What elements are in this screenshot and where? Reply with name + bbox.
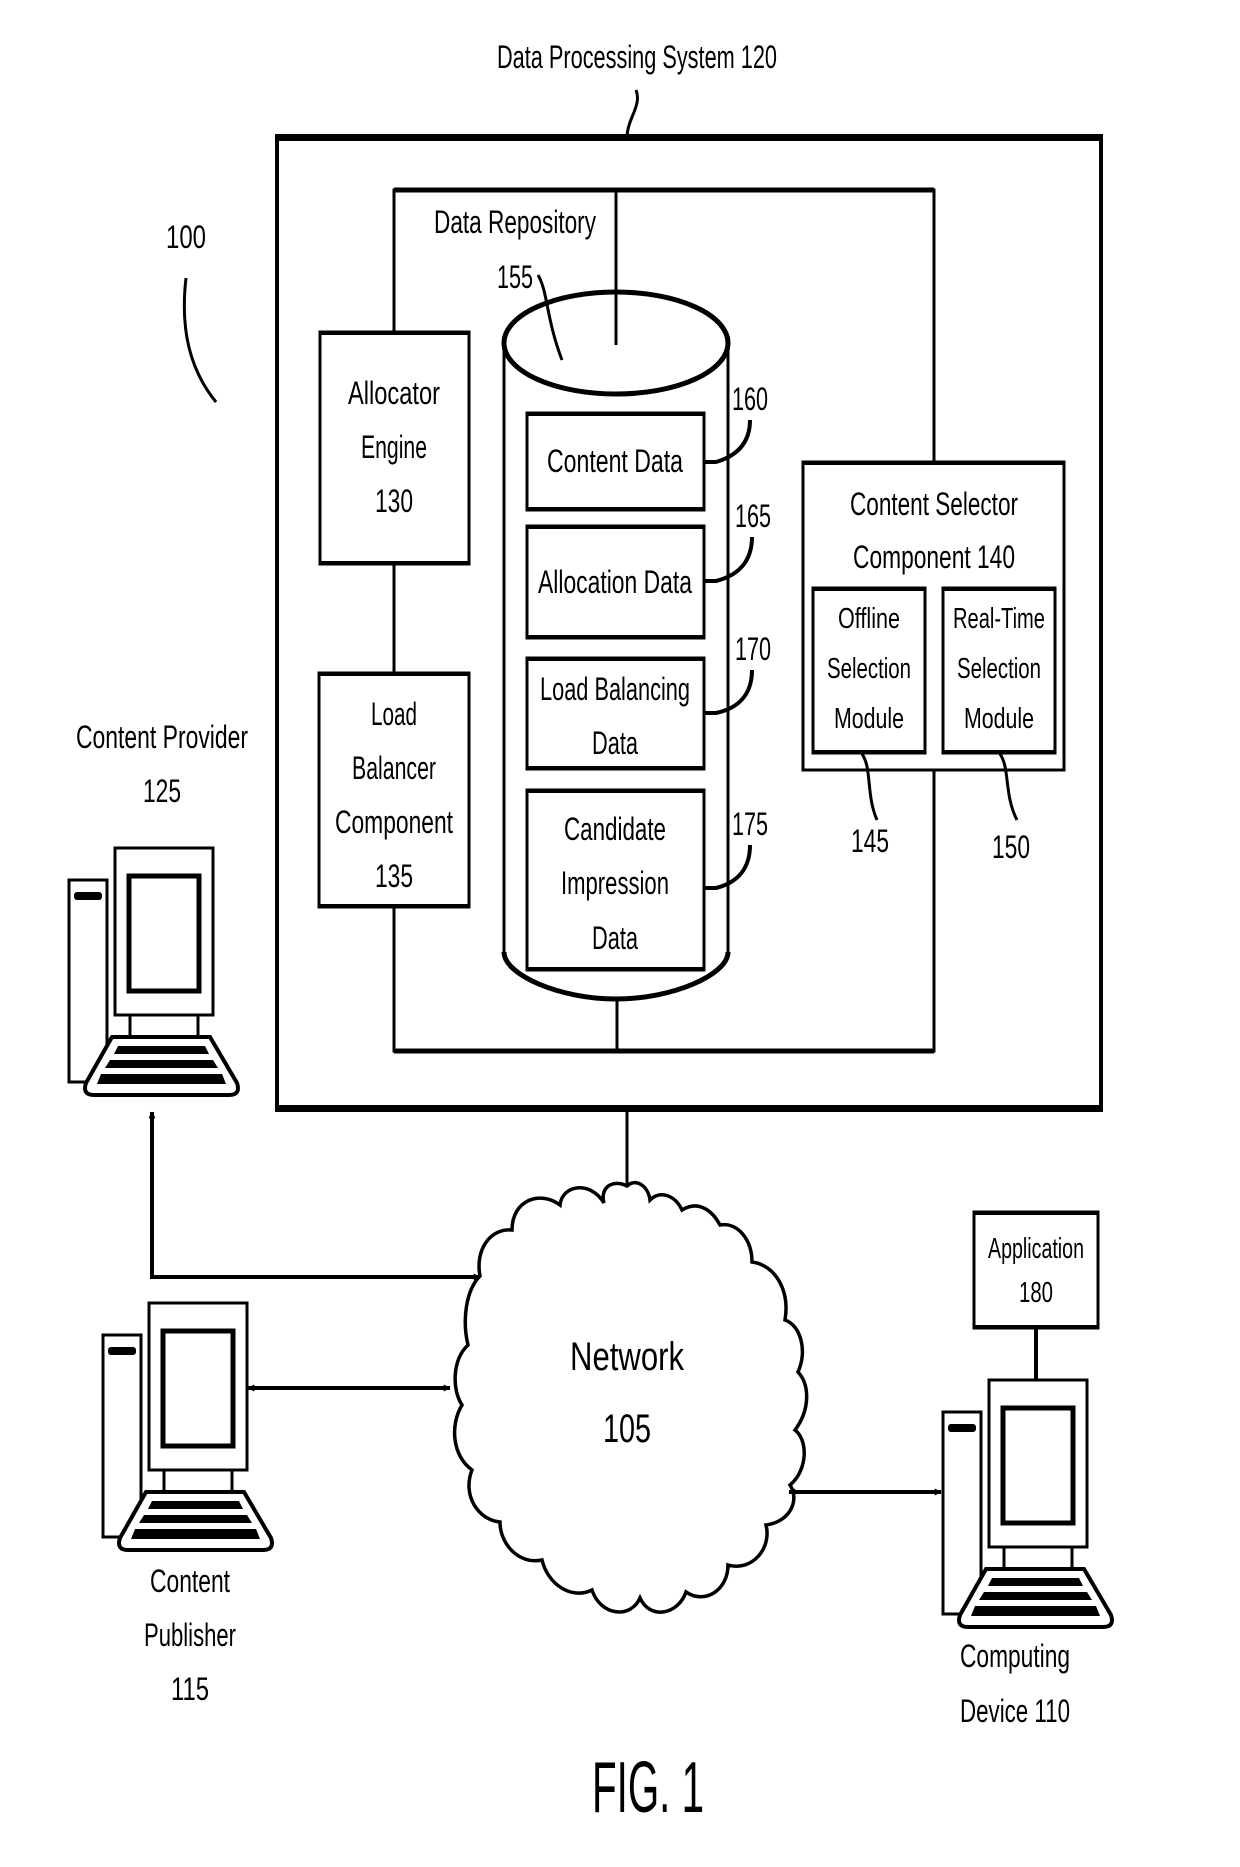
svg-text:Selection: Selection: [827, 653, 911, 685]
svg-text:Application: Application: [988, 1233, 1084, 1265]
svg-text:Data: Data: [592, 725, 638, 761]
svg-text:165: 165: [735, 498, 771, 534]
network-ref: 105: [603, 1407, 651, 1451]
dps-box-top-bar: [275, 134, 1103, 141]
svg-text:175: 175: [732, 806, 768, 842]
offline-selection-module-box: Offline Selection Module: [811, 586, 927, 755]
dps-box-bottom-bar: [275, 1105, 1103, 1112]
content-provider-computer-icon: [69, 848, 238, 1095]
svg-text:Allocator: Allocator: [348, 375, 440, 411]
content-provider-label: Content Provider: [76, 719, 248, 755]
svg-text:Offline: Offline: [838, 603, 900, 635]
content-publisher-ref: 115: [171, 1671, 209, 1707]
svg-text:Engine: Engine: [361, 429, 427, 465]
content-publisher-computer-icon: [103, 1303, 272, 1550]
svg-text:Component: Component: [335, 804, 453, 840]
svg-text:180: 180: [1019, 1277, 1053, 1309]
svg-text:170: 170: [735, 631, 771, 667]
network-label: Network: [570, 1335, 685, 1379]
system-ref-label: 100: [166, 219, 206, 255]
realtime-selection-module-box: Real-Time Selection Module: [941, 586, 1057, 755]
computing-device-computer-icon: [943, 1380, 1112, 1627]
svg-text:Load: Load: [371, 696, 417, 732]
patent-diagram: Data Processing System 120 100 Data Repo…: [0, 39, 1240, 1828]
content-publisher-label-2: Publisher: [144, 1617, 236, 1653]
svg-text:Selection: Selection: [957, 653, 1041, 685]
svg-text:Content Selector: Content Selector: [850, 486, 1018, 522]
application-box: Application 180: [972, 1210, 1100, 1330]
content-provider-ref: 125: [143, 773, 181, 809]
figure-label: FIG. 1: [592, 1748, 704, 1828]
svg-text:160: 160: [732, 381, 768, 417]
svg-text:Data: Data: [592, 920, 638, 956]
svg-text:Real-Time: Real-Time: [953, 603, 1045, 635]
svg-text:Allocation Data: Allocation Data: [538, 564, 692, 600]
svg-text:Impression: Impression: [561, 865, 669, 901]
offline-ref-label: 145: [851, 823, 889, 859]
data-repository-label: Data Repository: [434, 204, 596, 240]
svg-text:Candidate: Candidate: [564, 811, 666, 847]
data-repository-ref: 155: [497, 259, 533, 295]
svg-text:130: 130: [375, 483, 413, 519]
allocator-engine-box: Allocator Engine 130: [318, 330, 471, 566]
data-processing-system-label: Data Processing System 120: [497, 39, 777, 75]
svg-text:Component 140: Component 140: [853, 539, 1015, 575]
computing-device-label-1: Computing: [960, 1638, 1070, 1674]
provider-network-arrow: [148, 1111, 481, 1281]
svg-text:Content Data: Content Data: [547, 443, 683, 479]
svg-text:Module: Module: [834, 703, 904, 735]
svg-text:Module: Module: [964, 703, 1034, 735]
content-publisher-label-1: Content: [150, 1563, 230, 1599]
svg-text:135: 135: [375, 858, 413, 894]
network-cloud: Network 105: [452, 1180, 809, 1614]
realtime-ref-label: 150: [992, 829, 1030, 865]
repo-item-candidate-impression-data: Candidate Impression Data 175: [525, 788, 768, 972]
computing-device-label-2: Device 110: [960, 1693, 1070, 1729]
svg-text:Balancer: Balancer: [352, 750, 436, 786]
load-balancer-component-box: Load Balancer Component 135: [317, 671, 471, 909]
system-ref-leader: [182, 277, 218, 403]
svg-text:Load Balancing: Load Balancing: [540, 671, 690, 707]
title-leader-line: [625, 89, 639, 137]
